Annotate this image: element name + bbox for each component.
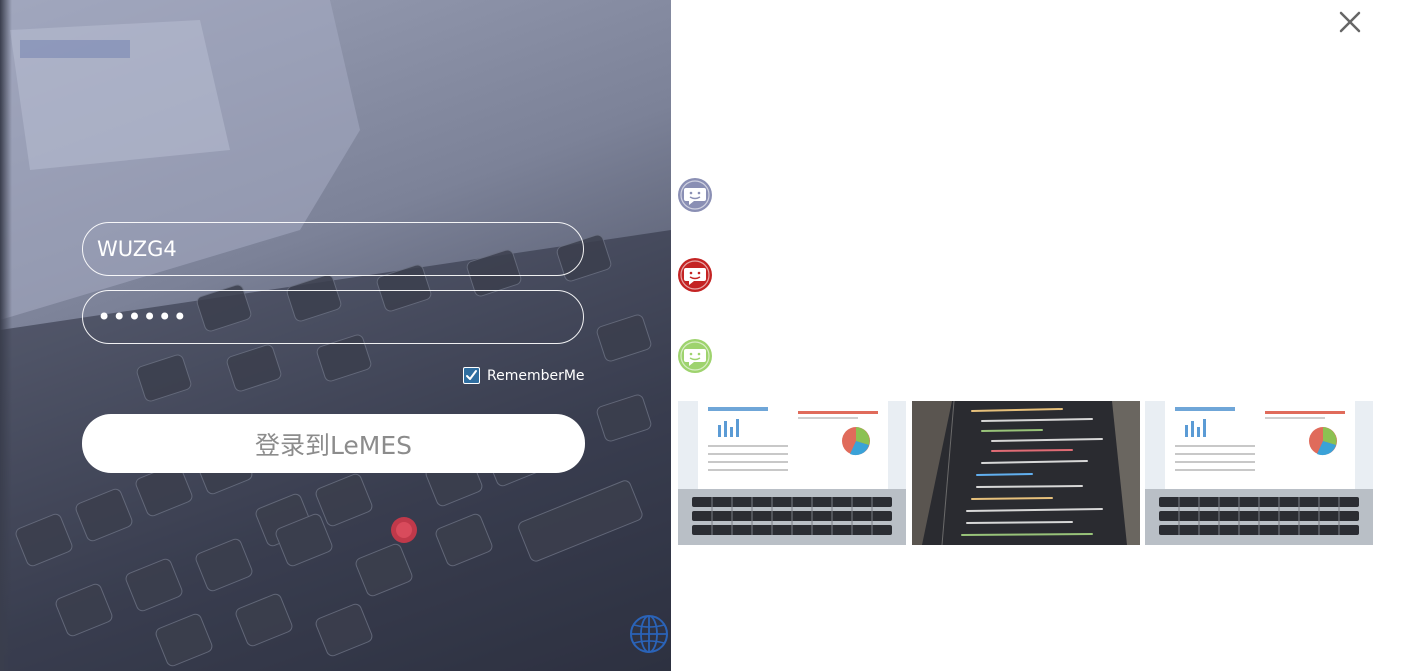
thumbnail-code-screen[interactable] [912,401,1140,545]
username-input[interactable] [82,222,584,276]
chat-bubble-icon[interactable] [678,339,712,373]
login-panel: RememberMe 登录到LeMES [0,0,671,671]
remember-me-label: RememberMe [487,367,585,384]
thumbnail-dashboard-laptop[interactable] [1145,401,1373,545]
remember-me-checkbox[interactable] [463,367,480,384]
chat-bubble-icon[interactable] [678,178,712,212]
close-icon[interactable] [1336,8,1364,36]
thumbnail-dashboard-laptop[interactable] [678,401,906,545]
login-window: RememberMe 登录到LeMES [0,0,1418,671]
password-input[interactable] [82,290,584,344]
login-button[interactable]: 登录到LeMES [82,414,585,473]
panel-edge-shadow [0,0,12,671]
checkmark-icon [466,370,477,380]
remember-me-option[interactable]: RememberMe [463,367,585,384]
login-button-label: 登录到LeMES [254,430,413,460]
chat-bubble-icon[interactable] [678,258,712,292]
globe-icon[interactable] [629,614,669,654]
